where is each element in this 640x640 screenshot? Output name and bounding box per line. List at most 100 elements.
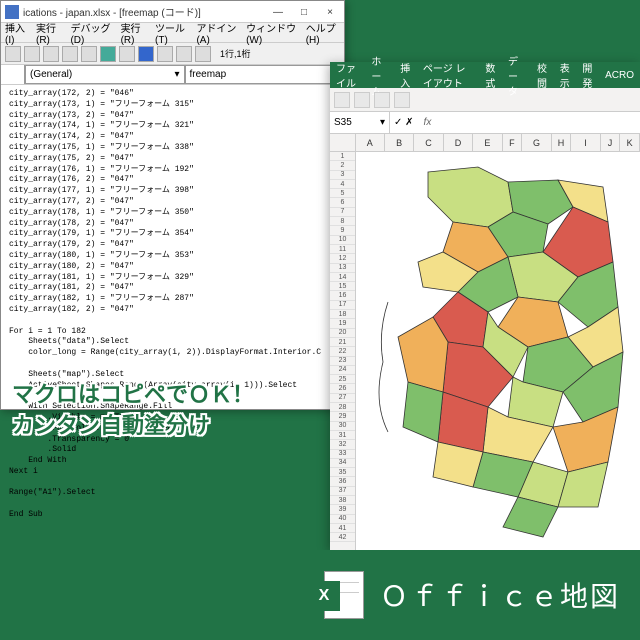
row-header[interactable]: 18: [330, 310, 355, 319]
col-header[interactable]: I: [571, 134, 600, 151]
row-header[interactable]: 34: [330, 459, 355, 468]
tab-review[interactable]: 校閲: [537, 60, 550, 90]
tab-data[interactable]: データ: [508, 53, 527, 98]
row-header[interactable]: 15: [330, 282, 355, 291]
maximize-icon[interactable]: □: [292, 3, 316, 21]
row-header[interactable]: 7: [330, 208, 355, 217]
menu-item[interactable]: 実行(R): [121, 20, 147, 46]
col-header[interactable]: G: [522, 134, 551, 151]
format-painter-icon[interactable]: [394, 92, 410, 108]
close-icon[interactable]: ×: [318, 3, 342, 21]
col-header[interactable]: F: [503, 134, 523, 151]
row-header[interactable]: 17: [330, 301, 355, 310]
row-header[interactable]: 21: [330, 338, 355, 347]
menu-item[interactable]: ヘルプ(H): [306, 20, 340, 46]
row-header[interactable]: 22: [330, 347, 355, 356]
quick-access-toolbar: [330, 88, 640, 112]
row-header[interactable]: 3: [330, 171, 355, 180]
toolbar-icon[interactable]: [81, 46, 97, 62]
row-header[interactable]: 32: [330, 440, 355, 449]
toolbar-icon[interactable]: [157, 46, 173, 62]
row-header[interactable]: 11: [330, 245, 355, 254]
tab-dev[interactable]: 開発: [582, 60, 595, 90]
col-header[interactable]: K: [620, 134, 640, 151]
chevron-down-icon: ▾: [174, 69, 179, 80]
row-header[interactable]: 29: [330, 412, 355, 421]
minimize-icon[interactable]: —: [266, 3, 290, 21]
procedure-combo[interactable]: freemap▾: [185, 65, 345, 84]
select-all-corner[interactable]: [330, 134, 356, 151]
row-header[interactable]: 5: [330, 189, 355, 198]
code-pane[interactable]: city_array(172, 2) = "046" city_array(17…: [1, 85, 344, 525]
menu-item[interactable]: ウィンドウ(W): [246, 20, 298, 46]
run-icon[interactable]: [100, 46, 116, 62]
tab-acro[interactable]: ACRO: [605, 70, 634, 81]
row-header[interactable]: 41: [330, 524, 355, 533]
col-header[interactable]: D: [444, 134, 473, 151]
menu-item[interactable]: ツール(T): [155, 20, 188, 46]
col-header[interactable]: C: [414, 134, 443, 151]
col-header[interactable]: A: [356, 134, 385, 151]
fx-icon[interactable]: ✓ ✗: [390, 117, 418, 128]
menu-item[interactable]: デバッグ(D): [70, 20, 112, 46]
tab-layout[interactable]: ページ レイアウト: [423, 60, 475, 90]
row-header[interactable]: 27: [330, 394, 355, 403]
row-header[interactable]: 8: [330, 217, 355, 226]
excel-logo-icon: X: [308, 567, 364, 623]
toolbar-icon[interactable]: [176, 46, 192, 62]
col-header[interactable]: B: [385, 134, 414, 151]
row-header[interactable]: 6: [330, 198, 355, 207]
row-header[interactable]: 36: [330, 477, 355, 486]
row-header[interactable]: 23: [330, 357, 355, 366]
row-header[interactable]: 13: [330, 264, 355, 273]
menu-item[interactable]: 挿入(I): [5, 20, 28, 46]
row-header[interactable]: 19: [330, 319, 355, 328]
col-header[interactable]: H: [552, 134, 572, 151]
paste-icon[interactable]: [334, 92, 350, 108]
toolbar-icon[interactable]: [5, 46, 21, 62]
row-headers: 1234567891011121314151617181920212223242…: [330, 152, 356, 550]
row-header[interactable]: 28: [330, 403, 355, 412]
row-header[interactable]: 26: [330, 384, 355, 393]
row-header[interactable]: 4: [330, 180, 355, 189]
toolbar-icon[interactable]: [43, 46, 59, 62]
row-header[interactable]: 10: [330, 236, 355, 245]
tab-view[interactable]: 表示: [560, 60, 573, 90]
object-combo[interactable]: (General)▾: [25, 65, 185, 84]
row-header[interactable]: 31: [330, 431, 355, 440]
row-header[interactable]: 14: [330, 273, 355, 282]
row-header[interactable]: 38: [330, 496, 355, 505]
row-header[interactable]: 40: [330, 515, 355, 524]
row-header[interactable]: 33: [330, 450, 355, 459]
stop-icon[interactable]: [138, 46, 154, 62]
row-header[interactable]: 2: [330, 161, 355, 170]
tab-file[interactable]: ファイル: [336, 60, 361, 90]
tab-insert[interactable]: 挿入: [400, 60, 413, 90]
toolbar-icon[interactable]: [195, 46, 211, 62]
col-header[interactable]: E: [473, 134, 502, 151]
row-header[interactable]: 16: [330, 291, 355, 300]
col-header[interactable]: J: [601, 134, 621, 151]
name-box[interactable]: S35▾: [330, 112, 390, 133]
menu-item[interactable]: アドイン(A): [196, 20, 238, 46]
row-header[interactable]: 25: [330, 375, 355, 384]
row-header[interactable]: 39: [330, 505, 355, 514]
menu-item[interactable]: 実行(R): [36, 20, 62, 46]
row-header[interactable]: 30: [330, 422, 355, 431]
cut-icon[interactable]: [354, 92, 370, 108]
row-header[interactable]: 24: [330, 366, 355, 375]
row-header[interactable]: 9: [330, 226, 355, 235]
toolbar-icon[interactable]: [62, 46, 78, 62]
row-header[interactable]: 20: [330, 329, 355, 338]
tab-formula[interactable]: 数式: [485, 60, 498, 90]
pause-icon[interactable]: [119, 46, 135, 62]
toolbar-icon[interactable]: [24, 46, 40, 62]
row-header[interactable]: 35: [330, 468, 355, 477]
toolbar-text: 1行,1桁: [220, 47, 251, 60]
row-header[interactable]: 37: [330, 487, 355, 496]
row-header[interactable]: 1: [330, 152, 355, 161]
worksheet-grid[interactable]: 1234567891011121314151617181920212223242…: [330, 152, 640, 550]
copy-icon[interactable]: [374, 92, 390, 108]
row-header[interactable]: 42: [330, 533, 355, 542]
row-header[interactable]: 12: [330, 254, 355, 263]
